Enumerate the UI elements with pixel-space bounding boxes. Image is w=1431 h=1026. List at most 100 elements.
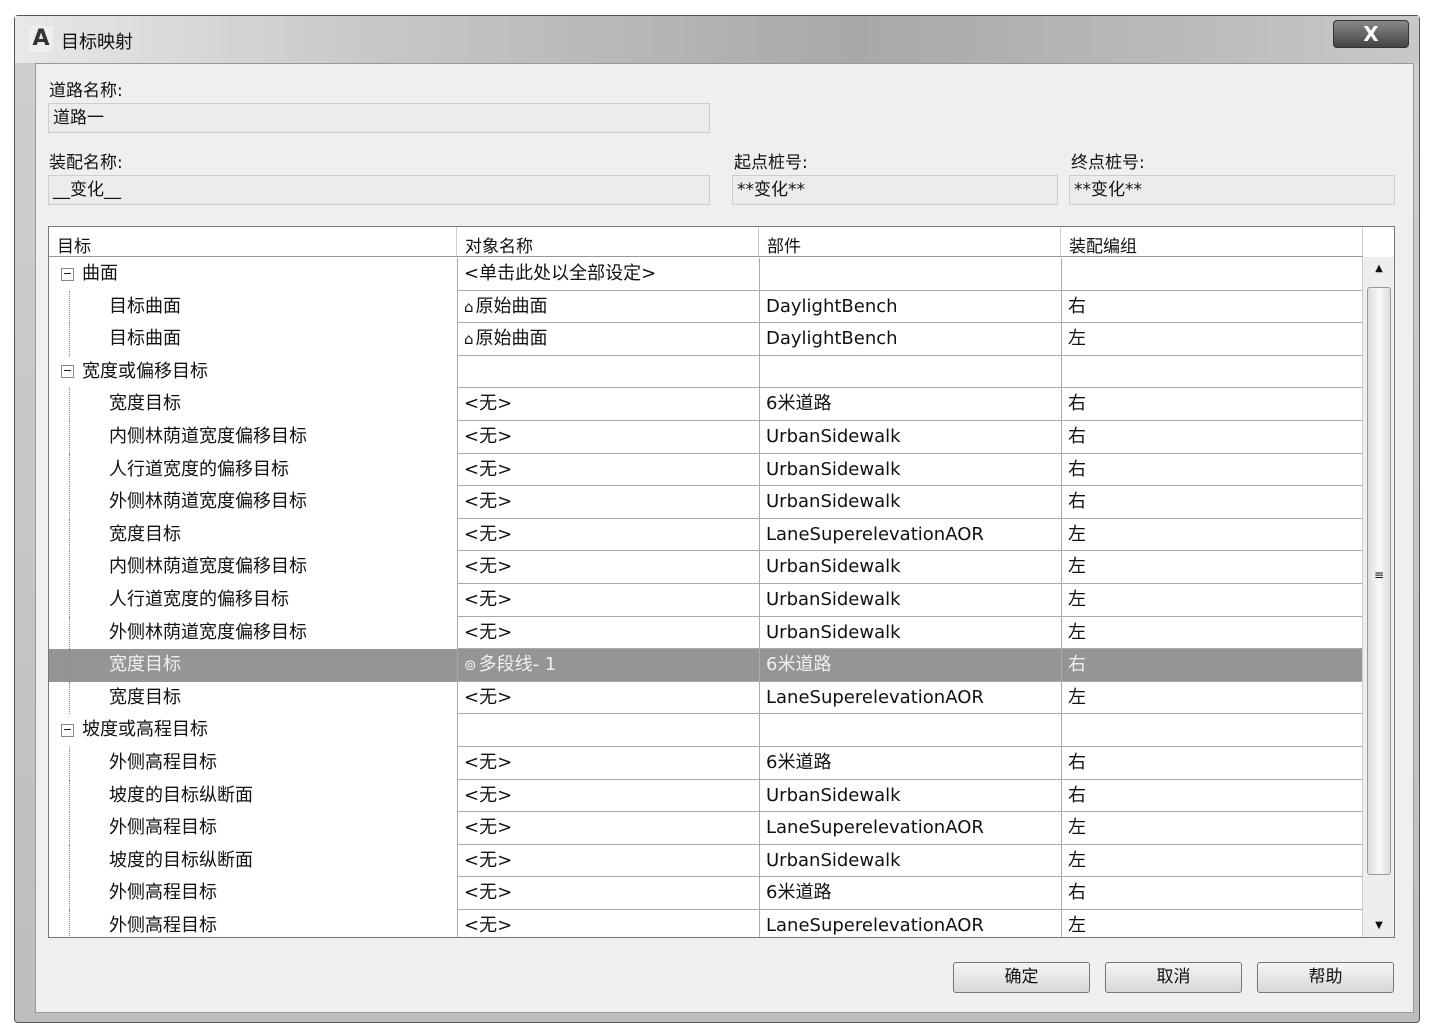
table-row[interactable]: 人行道宽度的偏移目标 <无> UrbanSidewalk 左: [49, 583, 1363, 617]
table-row[interactable]: 宽度目标 <无> LaneSuperelevationAOR 左: [49, 518, 1363, 552]
assembly-group-cell[interactable]: 左: [1061, 844, 1363, 878]
assembly-group-cell[interactable]: 左: [1061, 583, 1363, 617]
target-cell[interactable]: − 曲面: [49, 258, 457, 291]
assembly-group-cell[interactable]: 左: [1061, 323, 1363, 356]
assembly-group-cell[interactable]: 右: [1061, 388, 1363, 421]
target-cell[interactable]: 目标曲面: [49, 290, 457, 324]
column-header-assembly-group[interactable]: 装配编组: [1061, 227, 1363, 257]
table-row[interactable]: 目标曲面 ⌂ 原始曲面 DaylightBench 左: [49, 323, 1363, 356]
column-header-target[interactable]: 目标: [49, 227, 457, 257]
assembly-group-cell[interactable]: 右: [1061, 779, 1363, 813]
target-cell[interactable]: 外侧林荫道宽度偏移目标: [49, 486, 457, 519]
part-cell[interactable]: UrbanSidewalk: [759, 779, 1061, 813]
part-cell[interactable]: [759, 258, 1061, 291]
table-row[interactable]: 外侧林荫道宽度偏移目标 <无> UrbanSidewalk 右: [49, 486, 1363, 519]
table-row[interactable]: 外侧高程目标 <无> LaneSuperelevationAOR 左: [49, 909, 1363, 937]
scrollbar-thumb[interactable]: ≡: [1367, 287, 1391, 875]
target-cell[interactable]: 外侧高程目标: [49, 909, 457, 937]
collapse-icon[interactable]: −: [61, 723, 74, 737]
target-cell[interactable]: 宽度目标: [49, 681, 457, 715]
target-cell[interactable]: 外侧高程目标: [49, 877, 457, 910]
target-cell[interactable]: 目标曲面: [49, 323, 457, 356]
object-name-cell[interactable]: ⌂ 原始曲面: [457, 323, 759, 356]
collapse-icon[interactable]: −: [61, 365, 74, 379]
object-name-cell[interactable]: <无>: [457, 583, 759, 617]
assembly-group-cell[interactable]: 右: [1061, 877, 1363, 910]
assembly-group-cell[interactable]: 左: [1061, 909, 1363, 937]
part-cell[interactable]: DaylightBench: [759, 290, 1061, 324]
part-cell[interactable]: UrbanSidewalk: [759, 844, 1061, 878]
object-name-cell[interactable]: <无>: [457, 844, 759, 878]
assembly-group-cell[interactable]: 左: [1061, 681, 1363, 715]
target-cell[interactable]: 宽度目标: [49, 388, 457, 421]
help-button[interactable]: 帮助: [1257, 962, 1394, 993]
part-cell[interactable]: 6米道路: [759, 746, 1061, 780]
target-cell[interactable]: 内侧林荫道宽度偏移目标: [49, 551, 457, 584]
table-row[interactable]: 宽度目标 ⊚ 多段线- 1 6米道路 右: [49, 649, 1363, 682]
object-name-cell[interactable]: <无>: [457, 681, 759, 715]
assembly-group-cell[interactable]: [1061, 355, 1363, 389]
object-name-cell[interactable]: [457, 355, 759, 389]
table-row[interactable]: 内侧林荫道宽度偏移目标 <无> UrbanSidewalk 右: [49, 420, 1363, 454]
assembly-group-cell[interactable]: 右: [1061, 746, 1363, 780]
part-cell[interactable]: UrbanSidewalk: [759, 616, 1061, 650]
target-cell[interactable]: − 宽度或偏移目标: [49, 356, 457, 389]
part-cell[interactable]: UrbanSidewalk: [759, 583, 1061, 617]
assembly-group-cell[interactable]: 左: [1061, 812, 1363, 845]
assembly-group-cell[interactable]: 右: [1061, 486, 1363, 519]
table-row[interactable]: 宽度目标 <无> 6米道路 右: [49, 388, 1363, 421]
table-row[interactable]: − 曲面 <单击此处以全部设定>: [49, 258, 1363, 291]
object-name-cell[interactable]: <无>: [457, 812, 759, 845]
object-name-cell[interactable]: ⌂ 原始曲面: [457, 290, 759, 324]
object-name-cell[interactable]: [457, 714, 759, 747]
target-cell[interactable]: 宽度目标: [49, 649, 457, 682]
object-name-cell[interactable]: <单击此处以全部设定>: [457, 258, 759, 291]
assembly-group-cell[interactable]: 右: [1061, 453, 1363, 487]
object-name-cell[interactable]: <无>: [457, 518, 759, 552]
table-row[interactable]: 外侧高程目标 <无> 6米道路 右: [49, 746, 1363, 780]
target-cell[interactable]: 外侧高程目标: [49, 812, 457, 845]
table-row[interactable]: 外侧林荫道宽度偏移目标 <无> UrbanSidewalk 左: [49, 616, 1363, 650]
part-cell[interactable]: DaylightBench: [759, 323, 1061, 356]
object-name-cell[interactable]: <无>: [457, 420, 759, 454]
target-cell[interactable]: 外侧高程目标: [49, 746, 457, 780]
object-name-cell[interactable]: <无>: [457, 746, 759, 780]
assembly-group-cell[interactable]: 左: [1061, 551, 1363, 584]
target-cell[interactable]: 坡度的目标纵断面: [49, 779, 457, 813]
assembly-group-cell[interactable]: 右: [1061, 649, 1363, 682]
target-cell[interactable]: 坡度的目标纵断面: [49, 844, 457, 878]
assembly-group-cell[interactable]: 左: [1061, 518, 1363, 552]
object-name-cell[interactable]: <无>: [457, 877, 759, 910]
part-cell[interactable]: UrbanSidewalk: [759, 453, 1061, 487]
table-row[interactable]: 坡度的目标纵断面 <无> UrbanSidewalk 右: [49, 779, 1363, 813]
part-cell[interactable]: [759, 355, 1061, 389]
table-row[interactable]: − 坡度或高程目标: [49, 714, 1363, 747]
object-name-cell[interactable]: ⊚ 多段线- 1: [457, 649, 759, 682]
target-cell[interactable]: 宽度目标: [49, 518, 457, 552]
target-cell[interactable]: 人行道宽度的偏移目标: [49, 453, 457, 487]
target-cell[interactable]: 人行道宽度的偏移目标: [49, 583, 457, 617]
vertical-scrollbar[interactable]: ▲ ≡ ▼: [1362, 257, 1394, 937]
object-name-cell[interactable]: <无>: [457, 779, 759, 813]
part-cell[interactable]: 6米道路: [759, 877, 1061, 910]
part-cell[interactable]: [759, 714, 1061, 747]
assembly-group-cell[interactable]: [1061, 258, 1363, 291]
assembly-group-cell[interactable]: [1061, 714, 1363, 747]
table-row[interactable]: − 宽度或偏移目标: [49, 355, 1363, 389]
table-row[interactable]: 目标曲面 ⌂ 原始曲面 DaylightBench 右: [49, 290, 1363, 324]
assembly-group-cell[interactable]: 右: [1061, 290, 1363, 324]
part-cell[interactable]: LaneSuperelevationAOR: [759, 812, 1061, 845]
column-header-object-name[interactable]: 对象名称: [457, 227, 759, 257]
object-name-cell[interactable]: <无>: [457, 909, 759, 937]
target-cell[interactable]: − 坡度或高程目标: [49, 714, 457, 747]
collapse-icon[interactable]: −: [61, 267, 74, 281]
object-name-cell[interactable]: <无>: [457, 453, 759, 487]
part-cell[interactable]: LaneSuperelevationAOR: [759, 681, 1061, 715]
object-name-cell[interactable]: <无>: [457, 486, 759, 519]
table-row[interactable]: 宽度目标 <无> LaneSuperelevationAOR 左: [49, 681, 1363, 715]
part-cell[interactable]: UrbanSidewalk: [759, 551, 1061, 584]
scroll-down-arrow-icon[interactable]: ▼: [1363, 920, 1394, 931]
object-name-cell[interactable]: <无>: [457, 616, 759, 650]
table-row[interactable]: 人行道宽度的偏移目标 <无> UrbanSidewalk 右: [49, 453, 1363, 487]
object-name-cell[interactable]: <无>: [457, 388, 759, 421]
